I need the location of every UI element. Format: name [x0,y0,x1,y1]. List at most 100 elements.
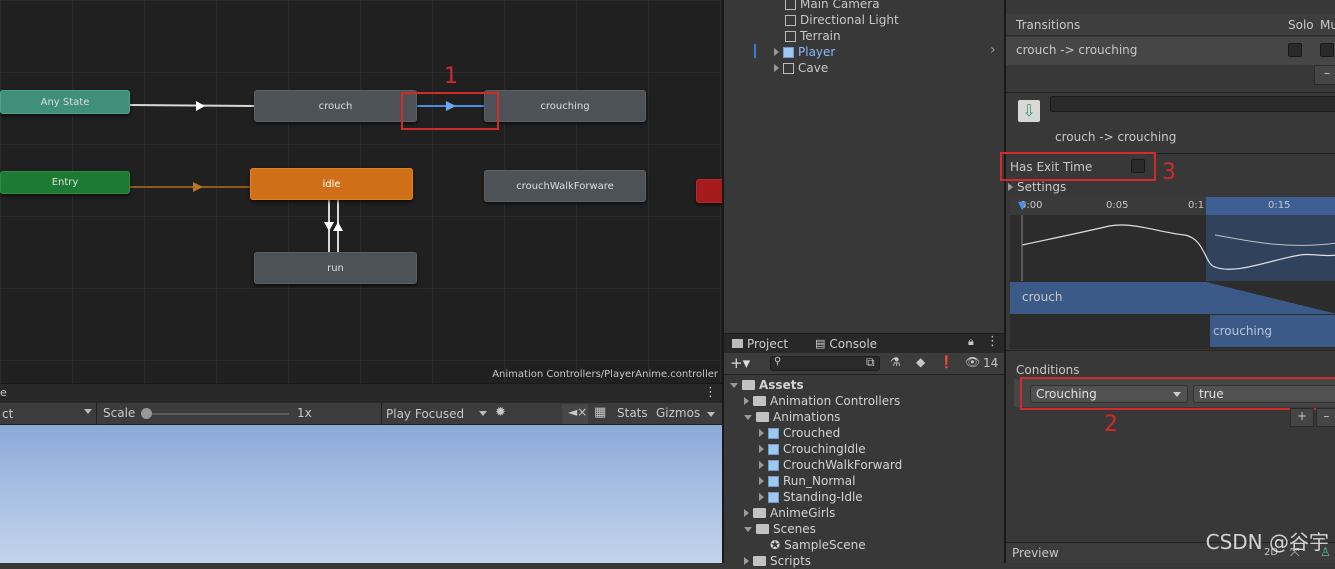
warning-icon[interactable]: ❗ [939,355,954,369]
chevron-right-icon[interactable]: › [990,42,996,58]
display-dropdown[interactable]: ct [0,403,97,425]
crouch-label: crouch [318,100,353,112]
idle-state-node[interactable]: idle [250,168,413,200]
tree-item-scripts[interactable]: Scripts [744,553,811,569]
clip-to-row: crouching [1010,317,1335,349]
hierarchy-item-cave[interactable]: Cave [774,60,828,76]
crouch-walk-state-node[interactable]: crouchWalkForware [484,170,646,202]
has-exit-time-checkbox[interactable] [1131,159,1145,173]
expand-arrow-icon[interactable] [759,477,764,485]
expand-arrow-icon[interactable] [744,509,749,517]
tab-console[interactable]: ▤ Console [815,334,877,353]
expand-arrow-icon[interactable] [759,461,764,469]
console-icon: ▤ [815,337,826,350]
exit-node[interactable] [696,179,722,203]
tab-project-label: Project [747,336,789,351]
gizmos-button[interactable]: Gizmos [656,406,700,420]
collapse-arrow-icon[interactable] [730,382,738,388]
search-input[interactable]: ⚲ [770,356,880,371]
tree-item-sample-scene[interactable]: ✪ SampleScene [770,537,866,553]
expand-arrow-icon[interactable] [774,48,779,56]
model-icon [768,459,779,471]
hidden-packages-icon[interactable]: 👁︎ [965,355,980,369]
hierarchy-item-label: Cave [798,61,829,75]
scene-tab-fragment[interactable]: e [0,386,7,399]
more-menu-icon[interactable]: ⋮ [704,385,717,400]
tree-item-label: AnimeGirls [770,506,836,520]
conditions-label: Conditions [1016,363,1080,377]
transition-icon: ⇩ [1018,100,1040,122]
scale-slider-handle[interactable] [141,408,152,419]
expand-arrow-icon[interactable] [759,429,764,437]
annotation-number-1: 1 [444,64,458,89]
expand-arrow-icon[interactable] [759,445,764,453]
animator-graph[interactable]: Any State Entry crouch crouching idle cr… [0,0,722,383]
label-icon[interactable]: ◆ [916,355,925,369]
gizmos-chevron-icon[interactable] [707,412,715,417]
hierarchy-item-label: Player [798,45,836,59]
expand-arrow-icon[interactable] [774,64,779,72]
tree-item-animation-controllers[interactable]: Animation Controllers [744,393,900,409]
any-state-node[interactable]: Any State [0,90,130,114]
transition-list-item[interactable]: crouch -> crouching [1006,37,1335,65]
tree-item-crouch-walk-forward[interactable]: CrouchWalkForward [759,457,902,473]
scale-value: 1x [297,406,312,420]
tree-item-label: Crouched [783,426,841,440]
watermark-text: CSDN @谷宇 [1205,530,1329,554]
game-view-sky[interactable] [0,425,722,563]
condition-parameter-dropdown[interactable]: Crouching [1030,385,1188,403]
remove-condition-button[interactable]: – [1316,408,1335,427]
tree-item-run-normal[interactable]: Run_Normal [759,473,855,489]
add-condition-button[interactable]: + [1290,408,1314,427]
hierarchy-item-label: Directional Light [800,13,899,27]
tree-item-anime-girls[interactable]: AnimeGirls [744,505,835,521]
folder-icon [756,524,769,534]
solo-checkbox[interactable] [1288,43,1302,57]
hierarchy-item-player[interactable]: Player [774,44,835,60]
tree-item-crouched[interactable]: Crouched [759,425,840,441]
transition-name-field[interactable] [1050,96,1335,112]
create-plus-button[interactable]: +▾ [730,354,750,372]
more-menu-icon[interactable]: ⋮ [986,334,999,349]
expand-arrow-icon[interactable] [744,557,749,565]
crouch-state-node[interactable]: crouch [254,90,417,122]
transition-timeline[interactable]: 0:00 0:05 0:1 0:15 ▼ crouch [1010,197,1335,317]
settings-foldout[interactable]: Settings [1008,180,1066,194]
expand-arrow-icon [1008,183,1013,191]
model-icon [768,443,779,455]
mute-checkbox[interactable] [1320,43,1334,57]
display-dropdown-label: ct [2,407,14,421]
entry-node[interactable]: Entry [0,171,130,194]
lock-icon[interactable]: 🔒︎ [968,335,974,349]
tree-item-label: Scenes [773,522,816,536]
play-focused-label: Play Focused [386,407,465,421]
hierarchy-item-directional-light[interactable]: Directional Light [785,12,899,28]
bug-icon[interactable]: ✹ [495,405,506,420]
hierarchy-item-main-camera[interactable]: Main Camera [785,0,880,12]
scale-slider-track[interactable] [143,413,289,415]
condition-value-dropdown[interactable]: true [1193,385,1335,403]
collapse-arrow-icon[interactable] [744,526,752,532]
tab-project[interactable]: Project [732,334,788,353]
stats-grid-button[interactable]: ▦ [590,404,614,424]
chevron-down-icon [479,411,487,416]
transition-list-footer: – [1006,65,1335,87]
remove-transition-button[interactable]: – [1314,65,1335,85]
tree-item-crouching-idle[interactable]: CrouchingIdle [759,441,866,457]
expand-arrow-icon[interactable] [759,493,764,501]
tree-item-assets[interactable]: Assets [730,377,804,393]
transitions-label: Transitions [1016,18,1081,32]
tree-item-standing-idle[interactable]: Standing-Idle [759,489,863,505]
tree-item-scenes[interactable]: Scenes [744,521,816,537]
stats-button[interactable]: Stats [617,406,648,420]
play-focused-dropdown[interactable]: Play Focused [381,403,491,425]
collapse-arrow-icon[interactable] [744,414,752,420]
mute-audio-button[interactable]: ◄× [562,404,588,424]
tree-item-animations[interactable]: Animations [744,409,840,425]
hierarchy-item-terrain[interactable]: Terrain [785,28,841,44]
search-by-type-icon[interactable]: ⧉ [866,355,875,370]
expand-arrow-icon[interactable] [744,397,749,405]
filter-type-icon[interactable]: ⚗ [890,355,901,369]
run-state-node[interactable]: run [254,252,417,284]
crouching-state-node[interactable]: crouching [484,90,646,122]
